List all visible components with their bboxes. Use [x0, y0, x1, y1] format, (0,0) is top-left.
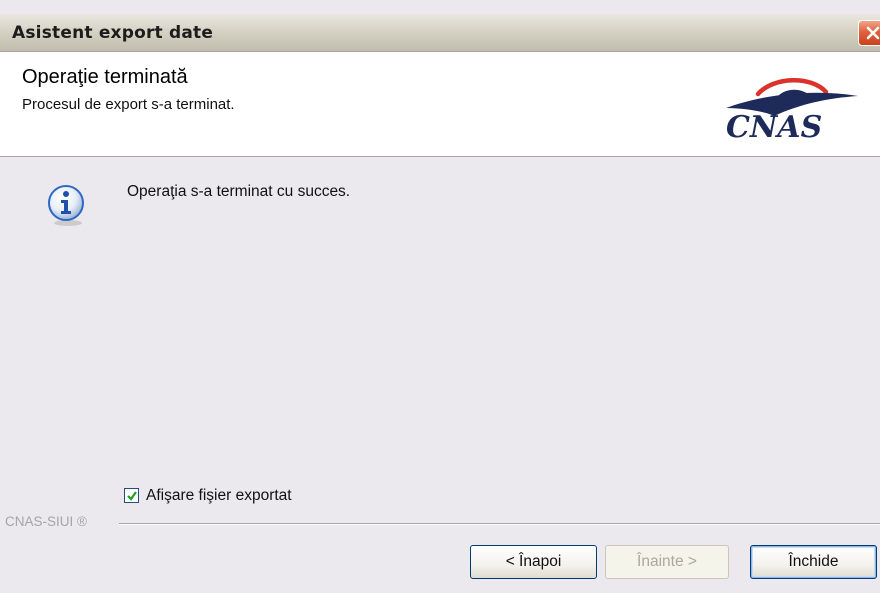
back-button[interactable]: < Înapoi — [470, 545, 597, 579]
cnas-logo: CNAS — [718, 78, 868, 145]
brand-label: CNAS-SIUI ® — [5, 514, 87, 529]
dialog-window: Asistent export date Operaţie terminată … — [0, 0, 880, 593]
header-panel: Operaţie terminată Procesul de export s-… — [0, 52, 880, 157]
footer-divider — [119, 523, 880, 525]
show-exported-file-checkbox[interactable] — [124, 488, 139, 503]
next-button[interactable]: Înainte > — [605, 545, 729, 579]
page-title: Operaţie terminată — [22, 66, 188, 88]
close-button[interactable]: Închide — [750, 545, 877, 579]
info-icon — [44, 181, 92, 229]
window-title: Asistent export date — [12, 23, 214, 43]
svg-text:CNAS: CNAS — [726, 110, 822, 140]
status-message: Operaţia s-a terminat cu succes. — [127, 183, 351, 200]
title-bar[interactable]: Asistent export date — [0, 14, 880, 52]
page-subtitle: Procesul de export s-a terminat. — [22, 96, 235, 113]
close-window-button[interactable] — [858, 20, 880, 46]
show-exported-file-label[interactable]: Afişare fişier exportat — [146, 487, 292, 505]
